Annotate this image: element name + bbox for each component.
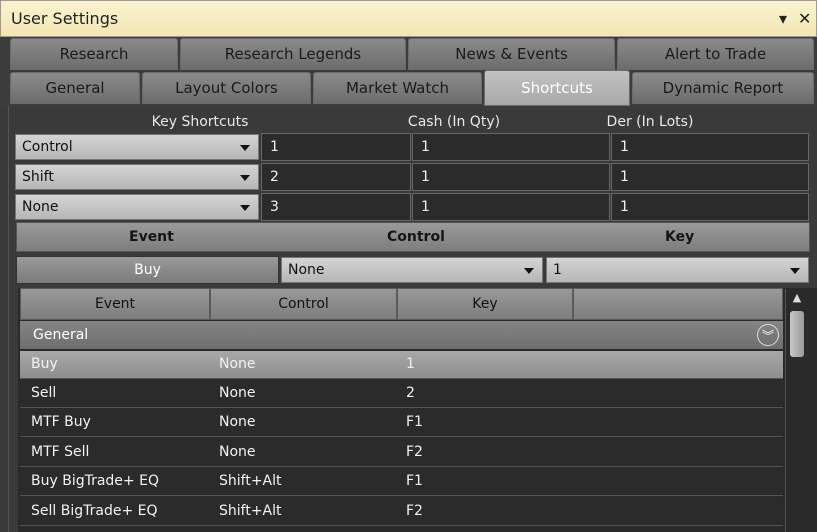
- title-bar: User Settings ▾ ✕: [0, 0, 817, 37]
- cell-key: F1: [406, 414, 423, 430]
- close-icon[interactable]: ✕: [798, 9, 811, 28]
- tab-layout-colors[interactable]: Layout Colors: [142, 72, 311, 104]
- tab-shortcuts[interactable]: Shortcuts: [484, 70, 630, 106]
- cash-qty-input-1[interactable]: 1: [412, 133, 610, 161]
- grid-col-key[interactable]: Key: [397, 288, 573, 320]
- der-lots-input-3[interactable]: 1: [611, 193, 809, 221]
- cell-event: Buy BigTrade+ EQ: [31, 473, 159, 489]
- key-shortcut-select-1[interactable]: Control: [15, 134, 259, 160]
- tab-dynamic-report[interactable]: Dynamic Report: [632, 72, 814, 104]
- table-row[interactable]: MTF Buy None F1: [20, 409, 783, 437]
- shortcut-number-2: 2: [261, 163, 411, 191]
- cell-key: F2: [406, 444, 423, 460]
- dropdown-arrow-icon: [240, 205, 250, 211]
- scroll-thumb[interactable]: [790, 311, 804, 357]
- tab-alert-to-trade[interactable]: Alert to Trade: [617, 38, 814, 70]
- select-value: Shift: [22, 169, 54, 185]
- shortcut-number-3: 3: [261, 193, 411, 221]
- cell-control: None: [219, 356, 256, 372]
- cell-control: Shift+Alt: [219, 503, 282, 519]
- cell-event: Sell: [31, 385, 57, 401]
- tab-market-watch[interactable]: Market Watch: [313, 72, 482, 104]
- tab-research[interactable]: Research: [10, 38, 178, 70]
- event-editor-header: Event Control Key: [16, 222, 810, 252]
- table-row[interactable]: Sell None 2: [20, 380, 783, 408]
- table-row[interactable]: Sell BigTrade+ EQ Shift+Alt F2: [20, 498, 783, 526]
- grid-col-empty[interactable]: [573, 288, 783, 320]
- header-der: Der (In Lots): [606, 114, 694, 130]
- cell-control: None: [219, 444, 256, 460]
- scroll-up-icon[interactable]: ▲: [789, 291, 805, 307]
- grid-col-control[interactable]: Control: [210, 288, 397, 320]
- event-buy-button[interactable]: Buy: [16, 256, 279, 284]
- chevron-down-icon[interactable]: ▾: [779, 9, 787, 28]
- cell-event: Sell BigTrade+ EQ: [31, 503, 158, 519]
- cell-control: None: [219, 385, 256, 401]
- control-select[interactable]: None: [281, 257, 543, 283]
- cell-key: F1: [406, 473, 423, 489]
- select-value: None: [22, 199, 59, 215]
- table-row[interactable]: Buy BigTrade+ EQ Shift+Alt F1: [20, 468, 783, 496]
- tab-research-legends[interactable]: Research Legends: [180, 38, 406, 70]
- cell-key: 1: [406, 356, 415, 372]
- cell-event: Buy: [31, 356, 58, 372]
- cell-control: Shift+Alt: [219, 473, 282, 489]
- key-header: Key: [665, 229, 695, 245]
- header-cash: Cash (In Qty): [407, 114, 501, 130]
- collapse-icon[interactable]: ︾: [757, 324, 779, 346]
- key-shortcut-select-2[interactable]: Shift: [15, 164, 259, 190]
- cash-qty-input-2[interactable]: 1: [412, 163, 610, 191]
- control-header: Control: [387, 229, 445, 245]
- cell-event: MTF Buy: [31, 414, 91, 430]
- table-row[interactable]: Buy None 1: [20, 351, 783, 379]
- shortcut-number-1: 1: [261, 133, 411, 161]
- der-lots-input-1[interactable]: 1: [611, 133, 809, 161]
- cell-event: MTF Sell: [31, 444, 90, 460]
- group-label: General: [33, 327, 89, 343]
- cash-qty-input-3[interactable]: 1: [412, 193, 610, 221]
- table-row[interactable]: MTF Sell None F2: [20, 439, 783, 467]
- tab-strip: Research Research Legends News & Events …: [0, 37, 817, 106]
- grid-scrollbar[interactable]: ▲: [785, 289, 807, 532]
- event-header: Event: [129, 229, 174, 245]
- key-select[interactable]: 1: [546, 257, 809, 283]
- cell-key: F2: [406, 503, 423, 519]
- cell-control: None: [219, 414, 256, 430]
- dropdown-arrow-icon: [790, 268, 800, 274]
- header-key-shortcuts: Key Shortcuts: [151, 114, 249, 130]
- select-value: 1: [553, 262, 562, 278]
- select-value: None: [288, 262, 325, 278]
- dropdown-arrow-icon: [524, 268, 534, 274]
- tab-general[interactable]: General: [10, 72, 140, 104]
- cell-key: 2: [406, 385, 415, 401]
- group-row-general[interactable]: General ︾: [20, 321, 783, 349]
- shortcut-grid: Event Control Key General ︾ Buy None 1 S…: [18, 288, 817, 532]
- window-title: User Settings: [11, 9, 119, 28]
- dropdown-arrow-icon: [240, 175, 250, 181]
- dropdown-arrow-icon: [240, 145, 250, 151]
- select-value: Control: [22, 139, 73, 155]
- key-shortcut-select-3[interactable]: None: [15, 194, 259, 220]
- tab-news-events[interactable]: News & Events: [408, 38, 615, 70]
- der-lots-input-2[interactable]: 1: [611, 163, 809, 191]
- grid-col-event[interactable]: Event: [20, 288, 210, 320]
